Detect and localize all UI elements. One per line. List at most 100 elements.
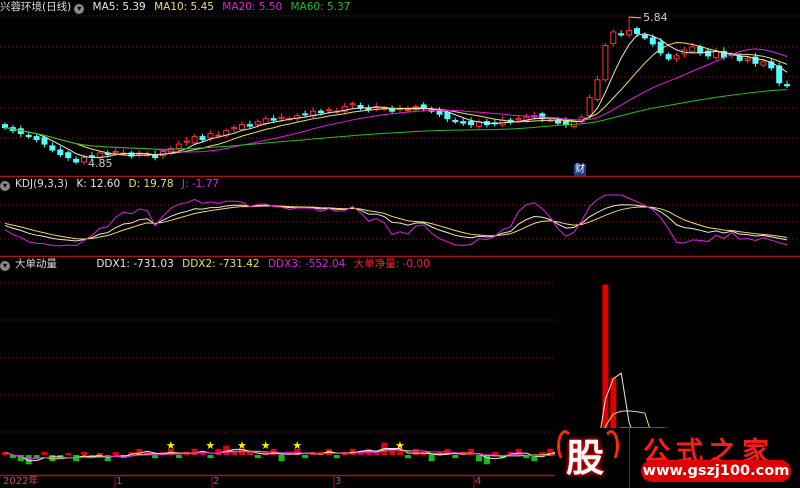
ddx-bar (112, 451, 119, 455)
dropdown-icon[interactable]: ▾ (0, 181, 10, 191)
stock-name: 兴蓉环境(日线) (0, 1, 72, 13)
high-pointer (629, 16, 642, 19)
candle-up (689, 46, 696, 53)
kdj-header: ▾ KDJ(9,3,3) K: 12.60 D: 19.78 J: -1.77 (0, 177, 224, 191)
candle-down (57, 149, 64, 156)
kdj-lines (4, 194, 788, 247)
candle-up (262, 118, 269, 124)
ma20-value: MA20: 5.50 (222, 1, 283, 13)
date-ticks (114, 476, 475, 488)
ddx-bar (41, 451, 48, 455)
candle-down (25, 134, 32, 138)
candle-down (436, 110, 443, 115)
ddx-bar (65, 453, 72, 455)
candle-down (641, 34, 648, 39)
ddx-bar (452, 455, 459, 459)
candle-up (183, 140, 190, 143)
ma10-value: MA10: 5.45 (154, 1, 214, 13)
ddx-title: 大单动量 (15, 258, 57, 270)
candle-down (318, 110, 324, 114)
candle-down (634, 28, 640, 34)
grid-lines (0, 15, 800, 433)
candle-down (736, 55, 743, 61)
ddx-bar (81, 451, 87, 455)
kdj-d: D: 19.78 (128, 178, 174, 190)
candle-down (452, 119, 459, 123)
candle-down (468, 120, 475, 126)
candle-up (278, 116, 285, 119)
kdj-j-line (4, 194, 788, 247)
candle-up (175, 143, 182, 150)
candle-down (697, 46, 704, 54)
candle-up (349, 103, 356, 106)
ddx-bar (428, 455, 435, 462)
star-icon: ★ (166, 439, 176, 452)
high-price-label: 5.84 (643, 11, 668, 24)
site-url: www.gszj100.com (641, 460, 791, 482)
ddx-bar (207, 455, 214, 459)
candle-down (199, 136, 206, 141)
low-price-label: 4.85 (88, 157, 113, 170)
moving-averages (4, 33, 788, 159)
ma20-line (4, 48, 788, 153)
date-label: 2022年 (3, 476, 39, 487)
candle-down (618, 33, 625, 36)
candle-up (191, 136, 198, 144)
star-icon: ★ (205, 439, 215, 452)
ma5-line (4, 33, 788, 159)
finance-marker[interactable]: 财 (574, 164, 586, 176)
date-label: 3 (335, 476, 342, 487)
stock-chart: ★ ★ ★ ★ ★ ★ 5.84 4.85 (0, 11, 800, 488)
candle-up (515, 118, 522, 121)
candle-up (713, 50, 719, 59)
ddx2-value: DDX2: -731.42 (182, 258, 260, 270)
watermark-logo: 股 公式之家 www.gszj100.com (555, 428, 800, 488)
ddx-bar (278, 455, 285, 462)
candle-up (112, 151, 119, 154)
ddx-bar (254, 455, 261, 459)
ddx-bar (412, 448, 419, 455)
candle-up (744, 58, 751, 61)
ddx-bar (397, 451, 403, 455)
candle-up (404, 109, 411, 112)
ddx-bar (152, 455, 159, 459)
candle-up (602, 44, 609, 81)
ma60-value: MA60: 5.37 (290, 1, 351, 13)
candle-down (65, 152, 72, 159)
candle-up (760, 61, 767, 66)
candle-down (365, 107, 372, 111)
star-icon: ★ (261, 439, 271, 452)
logo-char: 股 (565, 436, 604, 480)
ddx-header: ▾ 大单动量 DDX1: -731.03 DDX2: -731.42 DDX3: … (0, 257, 435, 271)
candle-down (49, 145, 56, 151)
candle-up (231, 127, 238, 130)
candle-down (562, 120, 569, 126)
candle-up (610, 31, 617, 45)
candle-down (784, 84, 791, 87)
star-icon: ★ (395, 439, 405, 452)
candle-down (649, 37, 656, 45)
candle-down (2, 124, 8, 129)
candle-up (81, 157, 87, 163)
ddx3-value: DDX3: -552.04 (267, 258, 346, 270)
ddx-bar (476, 455, 482, 462)
main-header: 兴蓉环境(日线) ▾ MA5: 5.39 MA10: 5.45 MA20: 5.5… (0, 0, 355, 14)
date-label: 1 (116, 476, 123, 487)
dropdown-icon[interactable]: ▾ (0, 261, 10, 271)
dropdown-icon[interactable]: ▾ (74, 4, 85, 14)
ddx-bar (191, 448, 198, 455)
ma5-value: MA5: 5.39 (92, 1, 146, 13)
candle-up (673, 55, 680, 60)
kdj-k: K: 12.60 (76, 178, 121, 190)
date-label: 2 (213, 476, 220, 487)
kdj-k-line (4, 204, 788, 242)
candle-up (626, 29, 633, 36)
candle-down (302, 113, 309, 116)
ma60-line (4, 89, 788, 150)
kdj-title: KDJ(9,3,3) (15, 178, 68, 190)
ddx1-value: DDX1: -731.03 (96, 258, 174, 270)
ddx-bar (175, 455, 182, 459)
candle-down (33, 136, 40, 141)
ddx-bar (333, 455, 340, 459)
candle-down (246, 124, 253, 127)
